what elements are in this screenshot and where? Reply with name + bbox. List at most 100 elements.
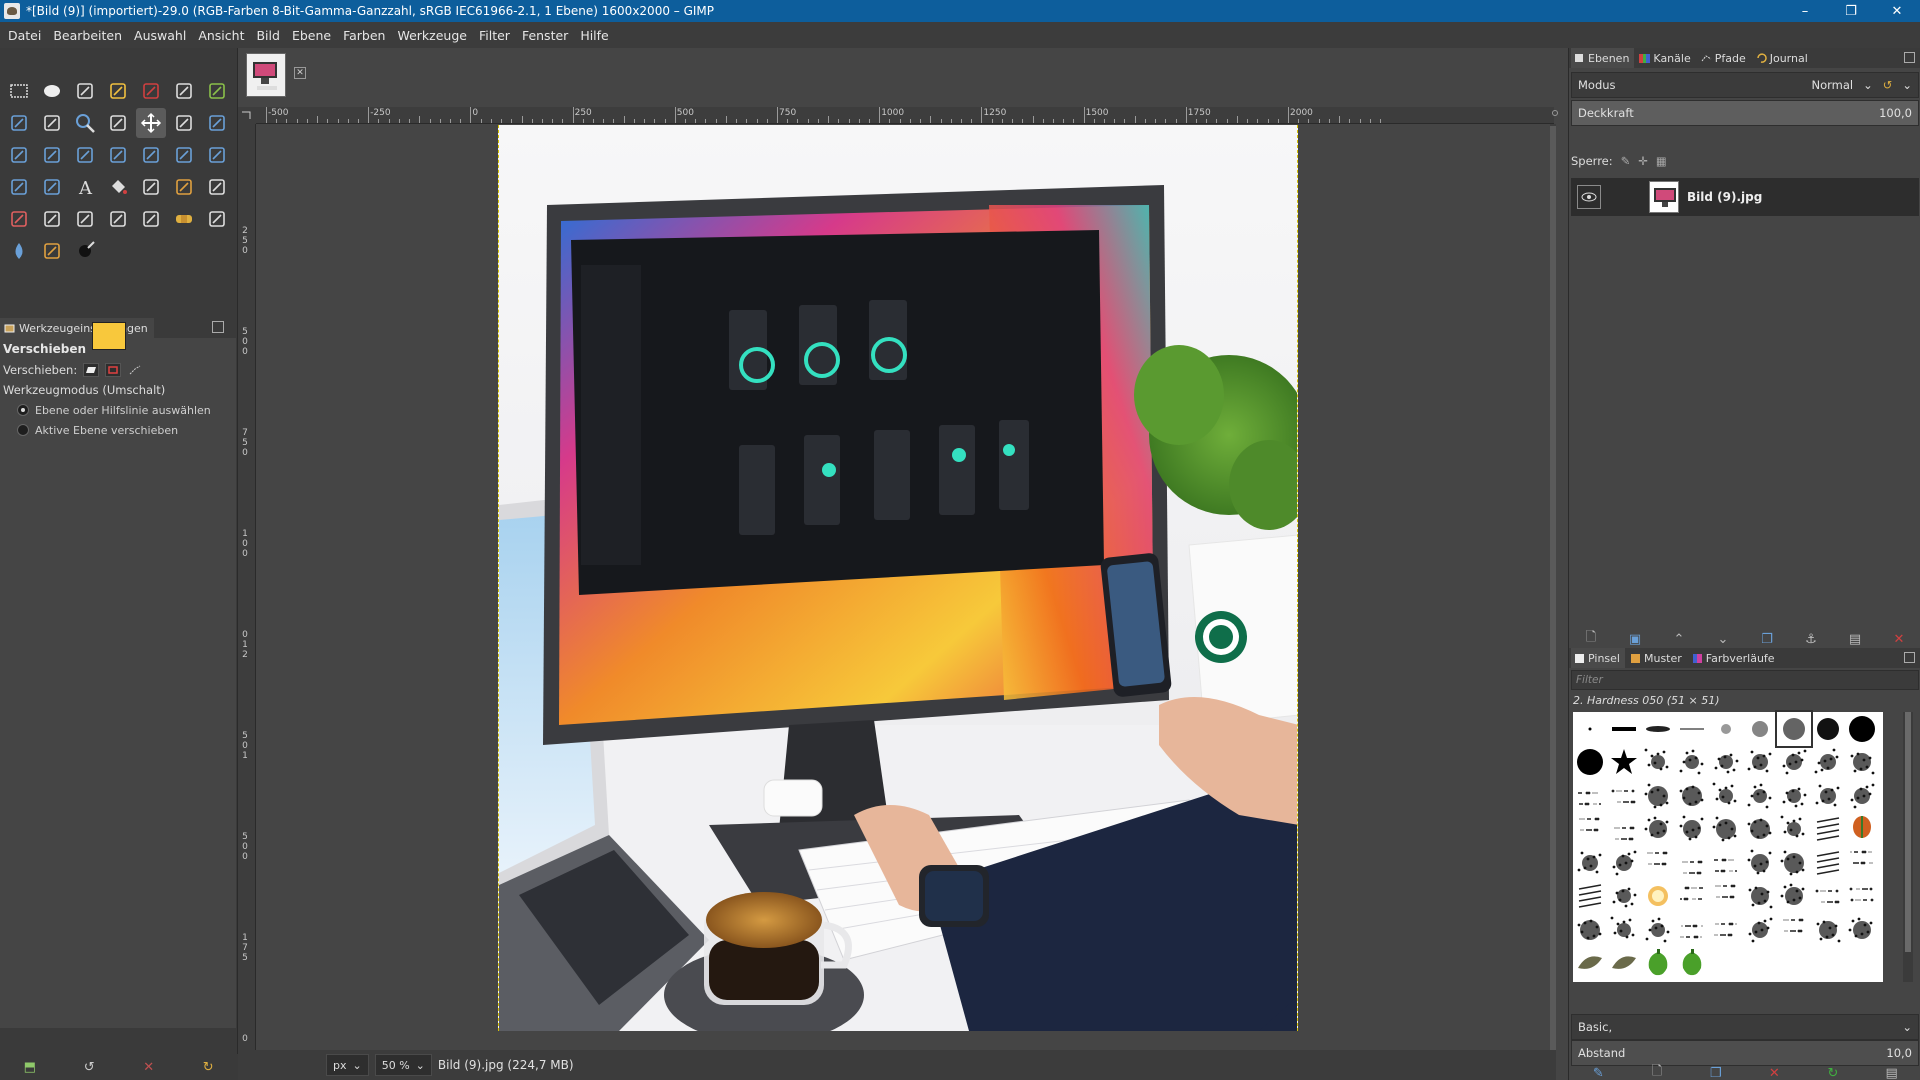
brush-item[interactable] xyxy=(1777,913,1811,947)
layer-item[interactable]: Bild (9).jpg xyxy=(1571,178,1919,216)
zoom-dropdown[interactable]: 50 % ⌄ xyxy=(374,1054,432,1076)
delete-brush-icon[interactable]: ✕ xyxy=(1766,1065,1782,1080)
brush-preset-dropdown[interactable]: Basic, ⌄ xyxy=(1571,1014,1919,1040)
radio-move-active-dot[interactable] xyxy=(17,424,29,436)
radio-pick-layer[interactable]: Ebene oder Hilfslinie auswählen xyxy=(3,400,233,420)
brush-item[interactable] xyxy=(1573,947,1607,981)
tool-clone-icon[interactable] xyxy=(136,204,166,234)
chevron-down-icon[interactable]: ⌄ xyxy=(1902,78,1912,92)
brush-item[interactable] xyxy=(1709,712,1743,746)
reset-tool-options-icon[interactable]: ↻ xyxy=(200,1059,216,1075)
tool-crop-icon[interactable] xyxy=(202,108,232,138)
layer-name[interactable]: Bild (9).jpg xyxy=(1687,190,1762,204)
edit-brush-icon[interactable]: ✎ xyxy=(1590,1065,1606,1080)
duplicate-layer-icon[interactable]: ❐ xyxy=(1759,631,1775,647)
tool-perspective-clone-icon[interactable] xyxy=(202,204,232,234)
new-layer-group-icon[interactable]: ▣ xyxy=(1627,631,1643,647)
tool-mypaint-brush-icon[interactable] xyxy=(103,204,133,234)
brush-item[interactable] xyxy=(1743,913,1777,947)
close-button[interactable]: ✕ xyxy=(1874,0,1920,22)
brush-item[interactable] xyxy=(1607,712,1641,746)
tool-ellipse-select-icon[interactable] xyxy=(37,76,67,106)
foreground-color-swatch[interactable] xyxy=(92,322,126,350)
brush-item[interactable] xyxy=(1675,846,1709,880)
mode-row[interactable]: Modus Normal ⌄ ↺ ⌄ xyxy=(1571,72,1919,98)
tool-align-icon[interactable] xyxy=(169,108,199,138)
tab-journal[interactable]: Journal xyxy=(1753,48,1813,68)
brush-item[interactable] xyxy=(1845,913,1879,947)
spacing-value[interactable]: 10,0 xyxy=(1886,1046,1912,1060)
close-image-tab-icon[interactable]: ✕ xyxy=(294,67,306,79)
tool-perspective-icon[interactable] xyxy=(169,140,199,170)
new-layer-icon[interactable]: 🗋 xyxy=(1583,630,1599,647)
brush-item[interactable] xyxy=(1607,880,1641,914)
menu-auswahl[interactable]: Auswahl xyxy=(128,28,192,43)
menu-fenster[interactable]: Fenster xyxy=(516,28,574,43)
tool-scissors-select-icon[interactable] xyxy=(169,76,199,106)
tool-heal-icon[interactable] xyxy=(169,204,199,234)
tool-shear-icon[interactable] xyxy=(103,140,133,170)
menu-farben[interactable]: Farben xyxy=(337,28,391,43)
brush-item[interactable] xyxy=(1641,880,1675,914)
tool-eraser-icon[interactable] xyxy=(4,204,34,234)
new-brush-icon[interactable]: 🗋 xyxy=(1649,1064,1665,1080)
radio-move-active-layer[interactable]: Aktive Ebene verschieben xyxy=(3,420,233,440)
tool-handle-transform-icon[interactable] xyxy=(37,172,67,202)
brush-item[interactable] xyxy=(1573,712,1607,746)
unit-dropdown[interactable]: px ⌄ xyxy=(326,1054,369,1076)
tool-unified-transform-icon[interactable] xyxy=(4,140,34,170)
tool-warp-transform-icon[interactable] xyxy=(4,172,34,202)
brush-scrollbar[interactable] xyxy=(1903,712,1913,982)
brush-item[interactable] xyxy=(1775,710,1813,748)
menu-filter[interactable]: Filter xyxy=(473,28,516,43)
brush-item[interactable] xyxy=(1709,746,1743,780)
tool-zoom-icon[interactable] xyxy=(70,108,100,138)
eye-icon[interactable] xyxy=(1577,185,1601,209)
tool-measure-icon[interactable] xyxy=(103,108,133,138)
tab-tool-options[interactable]: Werkzeugeinstellungen xyxy=(0,318,154,338)
brush-item[interactable] xyxy=(1641,779,1675,813)
brush-item[interactable] xyxy=(1845,880,1879,914)
brush-item[interactable] xyxy=(1743,813,1777,847)
menu-bearbeiten[interactable]: Bearbeiten xyxy=(47,28,128,43)
brush-item[interactable] xyxy=(1675,947,1709,981)
tool-rect-select-icon[interactable] xyxy=(4,76,34,106)
brush-item[interactable] xyxy=(1811,779,1845,813)
vertical-scrollbar[interactable] xyxy=(1550,124,1556,1080)
brush-item[interactable] xyxy=(1709,880,1743,914)
tab-paths[interactable]: Pfade xyxy=(1698,48,1751,68)
brush-item[interactable] xyxy=(1641,712,1675,746)
tab-channels[interactable]: Kanäle xyxy=(1636,48,1695,68)
tool-ink-icon[interactable] xyxy=(70,204,100,234)
opacity-slider[interactable]: Deckkraft 100,0 xyxy=(1571,100,1919,126)
tool-fuzzy-select-icon[interactable] xyxy=(103,76,133,106)
brush-item[interactable] xyxy=(1641,913,1675,947)
delete-layer-icon[interactable]: ✕ xyxy=(1891,631,1907,647)
duplicate-brush-icon[interactable]: ❐ xyxy=(1708,1065,1724,1080)
menu-datei[interactable]: Datei xyxy=(2,28,47,43)
tool-paintbrush-icon[interactable] xyxy=(202,172,232,202)
brush-item[interactable] xyxy=(1777,846,1811,880)
move-layer-icon[interactable] xyxy=(83,363,100,377)
raise-layer-icon[interactable]: ⌃ xyxy=(1671,631,1687,647)
brush-item[interactable] xyxy=(1845,712,1879,746)
brush-item[interactable] xyxy=(1845,746,1879,780)
brush-grid[interactable] xyxy=(1573,710,1883,982)
menu-werkzeuge[interactable]: Werkzeuge xyxy=(391,28,473,43)
tool-pencil-icon[interactable] xyxy=(169,172,199,202)
ruler-corner[interactable] xyxy=(238,107,256,124)
brush-item[interactable] xyxy=(1641,947,1675,981)
brush-item[interactable] xyxy=(1641,813,1675,847)
tool-foreground-select-icon[interactable] xyxy=(202,76,232,106)
brush-item[interactable] xyxy=(1811,746,1845,780)
brush-item[interactable] xyxy=(1675,880,1709,914)
brush-item[interactable] xyxy=(1573,913,1607,947)
tool-text-icon[interactable]: A xyxy=(70,172,100,202)
layer-mask-icon[interactable]: ▤ xyxy=(1847,631,1863,647)
tab-layers[interactable]: Ebenen xyxy=(1571,48,1635,68)
brush-item[interactable] xyxy=(1845,779,1879,813)
tool-scale-icon[interactable] xyxy=(70,140,100,170)
tool-paths-icon[interactable] xyxy=(4,108,34,138)
dock-menu-icon[interactable] xyxy=(1904,652,1915,663)
tool-flip-icon[interactable] xyxy=(136,140,166,170)
